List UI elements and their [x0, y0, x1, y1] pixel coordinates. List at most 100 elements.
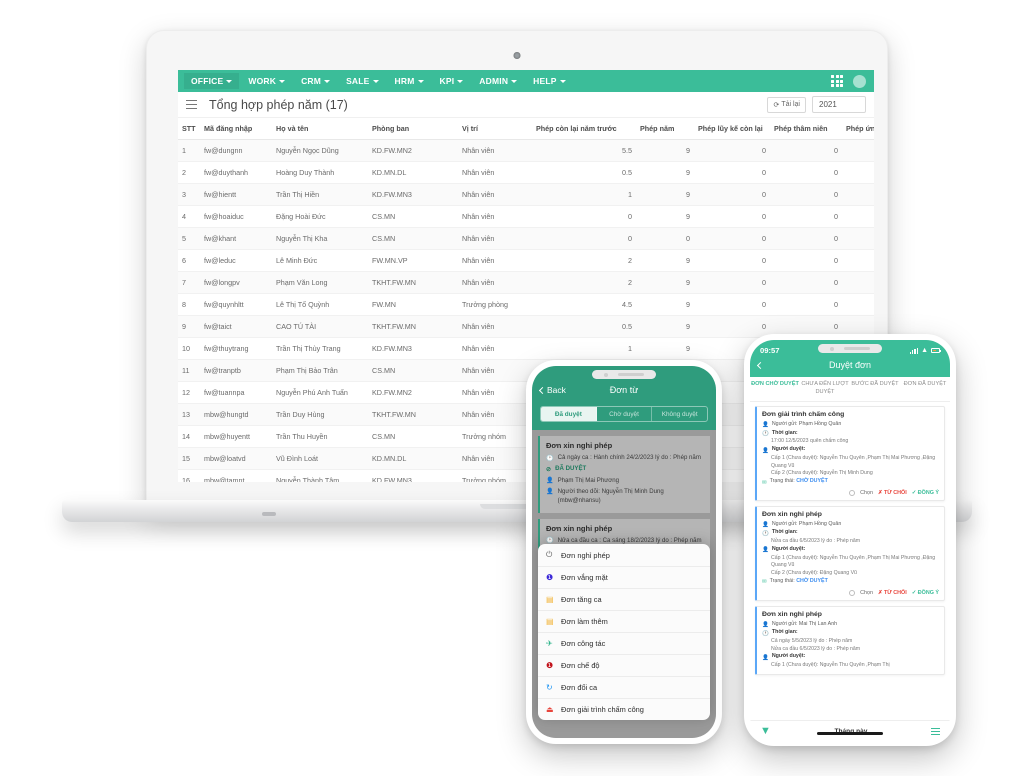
menu-label: WORK	[248, 76, 277, 86]
menu-item-kpi[interactable]: KPI	[433, 73, 471, 89]
approval-sender: 👤 Người gửi: Phạm Hồng Quân	[762, 521, 939, 530]
table-row[interactable]: 7 fw@longpv Phạm Văn Long TKHT.FW.MN Nhân vi…	[178, 271, 874, 294]
accept-button[interactable]: ✓ ĐỒNG Ý	[912, 490, 939, 496]
approval-state: ✉ Trạng thái: CHỜ DUYỆT	[762, 478, 939, 487]
menu-item-label: Đơn giải trình chấm công	[561, 705, 644, 714]
approval-list: Đơn giải trình chấm công 👤 Người gửi: Phạm…	[750, 402, 950, 740]
list-icon[interactable]	[931, 727, 940, 736]
menu-item[interactable]: ▤ Đơn làm thêm	[538, 611, 710, 633]
accept-button[interactable]: ✓ ĐỒNG Ý	[912, 590, 939, 596]
request-title: Đơn xin nghỉ phép	[546, 441, 613, 450]
filter-icon[interactable]: ▼	[760, 726, 771, 737]
power-icon: ⏻	[546, 550, 553, 559]
cell-advance: 0	[842, 183, 874, 206]
cell-position: Nhân viên	[458, 227, 532, 250]
menu-item-label: Đơn nghỉ phép	[561, 550, 610, 560]
tab-not-your-turn[interactable]: CHƯA ĐẾN LƯỢT DUYỆT	[800, 377, 850, 401]
menu-label: CRM	[301, 76, 322, 86]
select-radio[interactable]	[849, 589, 856, 596]
tab-approved[interactable]: Đã duyệt	[541, 407, 597, 421]
approval-card[interactable]: Đơn xin nghỉ phép 👤 Người gửi: Phạm Hồng Q…	[755, 505, 945, 601]
menu-item[interactable]: ❶ Đơn chế độ	[538, 655, 710, 677]
menu-item-label: Đơn đổi ca	[561, 683, 598, 692]
menu-item-work[interactable]: WORK	[241, 73, 292, 89]
menu-item-admin[interactable]: ADMIN	[472, 73, 524, 89]
avatar[interactable]	[853, 74, 866, 88]
approval-card[interactable]: Đơn giải trình chấm công 👤 Người gửi: Phạm…	[755, 406, 945, 501]
cell-fullname: Trần Thị Thùy Trang	[272, 337, 368, 360]
tab-rejected[interactable]: Không duyệt	[652, 407, 707, 421]
list-item[interactable]: Đơn xin nghỉ phép 🕐 Cả ngày ca : Hành ch…	[538, 436, 710, 513]
menu-item[interactable]: ↻ Đơn đổi ca	[538, 677, 710, 699]
cell-stt: 8	[178, 293, 200, 316]
table-row[interactable]: 4 fw@hoaiduc Đặng Hoài Đức CS.MN Nhân viên 0 9…	[178, 205, 874, 228]
cell-department: CS.MN	[368, 359, 458, 382]
right-bottom-bar: ▼ Tháng này	[750, 720, 950, 740]
table-row[interactable]: 1 fw@dungnn Nguyễn Ngọc Dũng KD.FW.MN2 Nhân …	[178, 139, 874, 162]
menu-item-office[interactable]: OFFICE	[184, 73, 240, 89]
request-time-row: 🕐 Cả ngày ca : Hành chính 24/2/2023 lý d…	[546, 454, 704, 463]
cell-login: fw@quynhltt	[200, 293, 272, 316]
table-row[interactable]: 5 fw@khant Nguyễn Thị Kha CS.MN Nhân viên 0 0 0…	[178, 227, 874, 250]
battery-icon	[931, 348, 941, 353]
menu-item-help[interactable]: HELP	[526, 73, 572, 89]
menu-item-crm[interactable]: CRM	[294, 73, 337, 89]
table-row[interactable]: 8 fw@quynhltt Lê Thị Tố Quỳnh FW.MN Trưởng p…	[178, 293, 874, 316]
menu-item[interactable]: ▤ Đơn tăng ca	[538, 589, 710, 611]
year-select[interactable]: 2021	[812, 96, 866, 113]
titlebar-actions: ⟳ Tải lại 2021	[767, 96, 866, 113]
approval-line-text: Thời gian:	[771, 529, 798, 536]
menu-item[interactable]: ✈ Đơn công tác	[538, 633, 710, 655]
menu-item-label: Đơn công tác	[561, 639, 606, 648]
menu-item-label: Đơn làm thêm	[561, 617, 608, 626]
cell-department: TKHT.FW.MN	[368, 315, 458, 338]
menu-item-sale[interactable]: SALE	[339, 73, 385, 89]
tab-waiting-approval[interactable]: ĐƠN CHỜ DUYỆT	[750, 377, 800, 401]
phone-device-right: 09:57 ▲ Duyệt đơn ĐƠN CHỜ DUYỆT CHƯA ĐẾN…	[744, 334, 956, 746]
cell-stt: 14	[178, 425, 200, 448]
create-request-action-sheet[interactable]: ⏻ Đơn nghỉ phép ❶ Đơn vắng mặt ▤ Đơn tăng ca ▤…	[538, 544, 710, 720]
cell-seniority: 0	[770, 249, 842, 272]
cell-stt: 16	[178, 469, 200, 482]
table-row[interactable]: 2 fw@duythanh Hoàng Duy Thành KD.MN.DL Nhân …	[178, 161, 874, 184]
cell-accumulated: 0	[694, 161, 770, 184]
chevron-down-icon	[372, 79, 379, 83]
cell-position: Nhân viên	[458, 205, 532, 228]
request-follower-row: 👤 Người theo dõi: Nguyễn Thị Minh Dung (…	[546, 488, 704, 506]
cell-stt: 2	[178, 161, 200, 184]
table-row[interactable]: 6 fw@leduc Lê Minh Đức FW.MN.VP Nhân viên 2 9 0…	[178, 249, 874, 272]
cell-fullname: Trần Duy Hùng	[272, 403, 368, 426]
cell-fullname: Hoàng Duy Thành	[272, 161, 368, 184]
menu-label: HELP	[533, 76, 557, 86]
apps-grid-icon[interactable]	[831, 75, 843, 87]
table-row[interactable]: 3 fw@hientt Trần Thị Hiền KD.FW.MN3 Nhân viê…	[178, 183, 874, 206]
reject-button[interactable]: ✗ TỪ CHỐI	[878, 590, 907, 596]
exit-icon: ⏏	[546, 705, 554, 714]
cell-prev-remaining: 5.5	[532, 139, 636, 162]
menu-item[interactable]: ⏻ Đơn nghỉ phép	[538, 544, 710, 567]
tab-step-approved[interactable]: BƯỚC ĐÃ DUYỆT	[850, 377, 900, 401]
menu-item[interactable]: ⏏ Đơn giải trình chấm công	[538, 699, 710, 720]
th-annual: Phép năm	[636, 118, 694, 140]
approval-card[interactable]: Đơn xin nghỉ phép 👤 Người gửi: Mai Thị Lan…	[755, 605, 945, 675]
menu-item-hrm[interactable]: HRM	[388, 73, 431, 89]
reject-button[interactable]: ✗ TỪ CHỐI	[878, 490, 907, 496]
tab-pending[interactable]: Chờ duyệt	[597, 407, 653, 421]
cell-department: CS.MN	[368, 205, 458, 228]
hamburger-icon[interactable]	[186, 99, 197, 110]
right-screen-title: Duyệt đơn	[829, 360, 871, 370]
tab-approved[interactable]: ĐƠN ĐÃ DUYỆT	[900, 377, 950, 401]
home-indicator	[817, 732, 883, 735]
select-radio[interactable]	[849, 489, 856, 496]
menu-item[interactable]: ❶ Đơn vắng mặt	[538, 567, 710, 589]
cell-advance: 0	[842, 161, 874, 184]
cell-annual: 9	[636, 139, 694, 162]
approval-state: ✉ Trạng thái: CHỜ DUYỆT	[762, 578, 939, 587]
approval-subline: Cấp 2 (Chưa duyệt): Đặng Quang Vũ	[771, 570, 857, 577]
cell-login: fw@thuytrang	[200, 337, 272, 360]
approval-actions: Chọn ✗ TỪ CHỐI ✓ ĐỒNG Ý	[762, 489, 939, 496]
cell-department: KD.MN.DL	[368, 161, 458, 184]
cell-annual: 9	[636, 249, 694, 272]
reload-button[interactable]: ⟳ Tải lại	[767, 96, 806, 113]
cell-fullname: Nguyễn Thành Tâm	[272, 469, 368, 482]
